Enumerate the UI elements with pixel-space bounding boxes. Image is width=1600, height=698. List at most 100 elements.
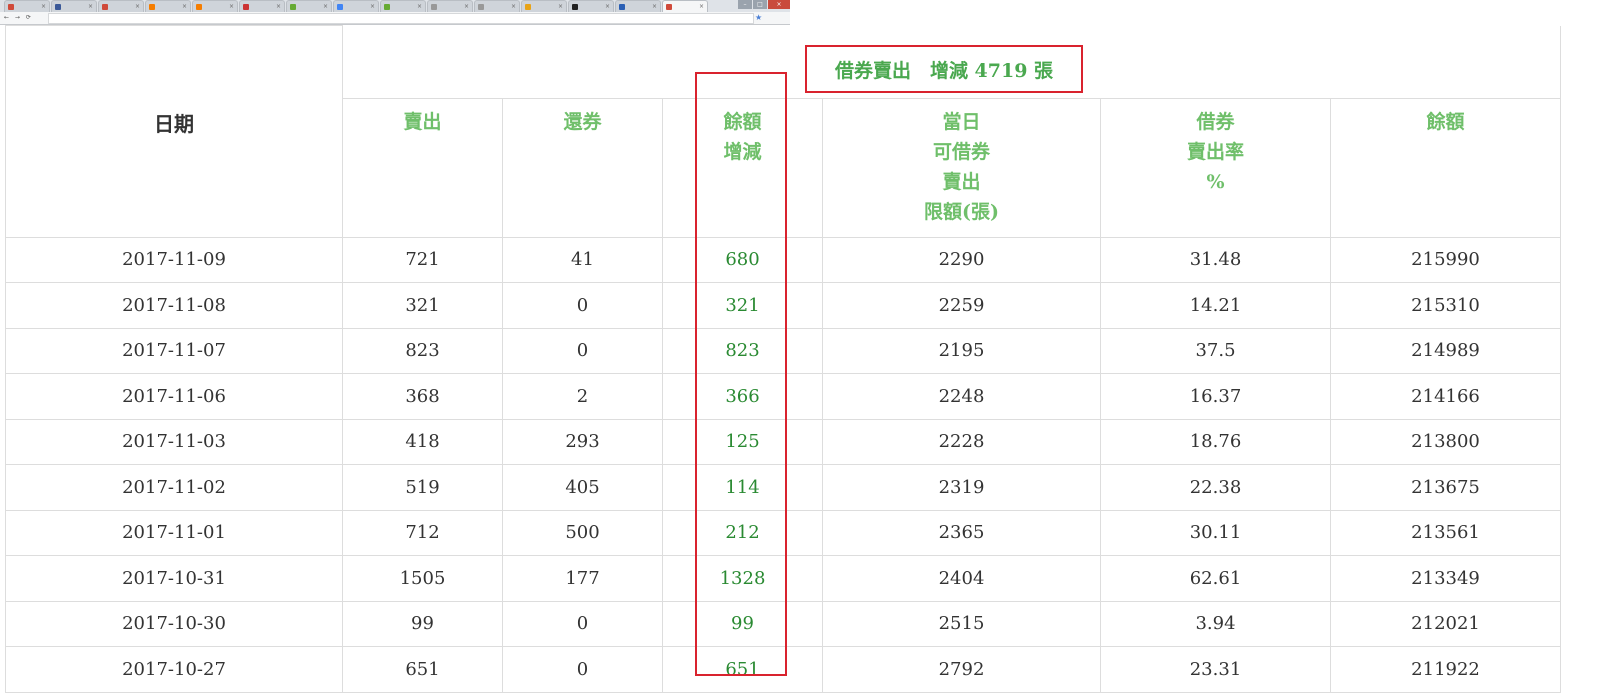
cell-sell: 651 — [342, 646, 503, 693]
close-tab-icon[interactable]: × — [370, 3, 375, 10]
cell-sell: 1505 — [342, 555, 503, 602]
cell-limit: 2259 — [822, 282, 1101, 329]
cell-sell: 721 — [342, 236, 503, 283]
cell-return: 293 — [502, 418, 663, 465]
cell-limit: 2319 — [822, 464, 1101, 511]
favicon-icon — [478, 3, 484, 10]
favicon-icon — [384, 3, 390, 10]
close-tab-icon[interactable]: × — [511, 3, 516, 10]
browser-tab[interactable]: × — [615, 0, 661, 12]
cell-rate: 23.31 — [1100, 646, 1331, 693]
close-tab-icon[interactable]: × — [605, 3, 610, 10]
cell-balance: 212021 — [1329, 600, 1562, 647]
browser-tab[interactable]: × — [474, 0, 520, 12]
favicon-icon — [55, 3, 61, 10]
cell-limit: 2792 — [822, 646, 1101, 693]
cell-balance: 213800 — [1329, 418, 1562, 465]
browser-tab[interactable]: × — [98, 0, 144, 12]
browser-tab[interactable]: × — [51, 0, 97, 12]
cell-balance: 211922 — [1329, 646, 1562, 693]
favicon-icon — [572, 3, 578, 10]
cell-date: 2017-11-02 — [5, 464, 343, 511]
cell-date: 2017-11-08 — [5, 282, 343, 329]
nav-arrows-icon[interactable]: ← → ⟳ — [4, 14, 33, 21]
browser-tab[interactable]: × — [521, 0, 567, 12]
minimize-icon[interactable]: – — [738, 0, 752, 9]
cell-date: 2017-11-06 — [5, 373, 343, 420]
cell-sell: 418 — [342, 418, 503, 465]
cell-rate: 3.94 — [1100, 600, 1331, 647]
header-rate-line: 賣出率 — [1186, 140, 1244, 163]
cell-date: 2017-11-09 — [5, 236, 343, 283]
url-field[interactable] — [48, 13, 754, 24]
header-return: 還券 — [502, 97, 663, 238]
close-tab-icon[interactable]: × — [182, 3, 187, 10]
cell-balance: 214166 — [1329, 373, 1562, 420]
browser-tab-strip: × × × × × × × × × × × × × × × — [4, 0, 709, 12]
browser-tab[interactable]: × — [286, 0, 332, 12]
banner-highlight-box: 借券賣出 增減 4719 張 — [805, 45, 1083, 93]
cell-date: 2017-11-01 — [5, 509, 343, 556]
browser-tab-active[interactable]: × — [662, 0, 708, 12]
cell-balance: 215310 — [1329, 282, 1562, 329]
favicon-icon — [337, 3, 343, 10]
close-tab-icon[interactable]: × — [652, 3, 657, 10]
browser-tab[interactable]: × — [380, 0, 426, 12]
close-tab-icon[interactable]: × — [323, 3, 328, 10]
browser-tab[interactable]: × — [427, 0, 473, 12]
cell-return: 0 — [502, 327, 663, 374]
header-rate: 借券 賣出率 % — [1100, 97, 1331, 238]
browser-tab[interactable]: × — [192, 0, 238, 12]
cell-balance: 213675 — [1329, 464, 1562, 511]
cell-sell: 823 — [342, 327, 503, 374]
header-sell: 賣出 — [342, 97, 503, 238]
cell-date: 2017-10-31 — [5, 555, 343, 602]
close-tab-icon[interactable]: × — [699, 3, 704, 10]
cell-date: 2017-10-27 — [5, 646, 343, 693]
close-tab-icon[interactable]: × — [229, 3, 234, 10]
browser-chrome: × × × × × × × × × × × × × × × – □ × ← → … — [0, 0, 790, 25]
bookmark-star-icon[interactable]: ★ — [755, 13, 762, 22]
close-tab-icon[interactable]: × — [276, 3, 281, 10]
window-controls: – □ × — [737, 0, 790, 9]
close-tab-icon[interactable]: × — [88, 3, 93, 10]
cell-limit: 2228 — [822, 418, 1101, 465]
cell-limit: 2515 — [822, 600, 1101, 647]
cell-sell: 368 — [342, 373, 503, 420]
browser-tab[interactable]: × — [4, 0, 50, 12]
header-limit-line: 可借券 — [932, 140, 990, 163]
close-tab-icon[interactable]: × — [41, 3, 46, 10]
header-limit-line: 當日 — [942, 110, 981, 133]
header-limit: 當日 可借券 賣出 限額(張) — [822, 97, 1101, 238]
cell-rate: 18.76 — [1100, 418, 1331, 465]
favicon-icon — [149, 3, 155, 10]
cell-sell: 99 — [342, 600, 503, 647]
cell-balance: 214989 — [1329, 327, 1562, 374]
maximize-icon[interactable]: □ — [753, 0, 767, 9]
browser-tab[interactable]: × — [333, 0, 379, 12]
cell-date: 2017-11-03 — [5, 418, 343, 465]
header-rate-line: 借券 — [1196, 110, 1235, 133]
close-tab-icon[interactable]: × — [464, 3, 469, 10]
cell-limit: 2248 — [822, 373, 1101, 420]
address-bar-row: ← → ⟳ ★ — [0, 12, 790, 24]
close-tab-icon[interactable]: × — [558, 3, 563, 10]
favicon-icon — [102, 3, 108, 10]
close-window-icon[interactable]: × — [768, 0, 790, 9]
browser-tab[interactable]: × — [145, 0, 191, 12]
cell-balance: 213561 — [1329, 509, 1562, 556]
cell-sell: 321 — [342, 282, 503, 329]
cell-balance: 213349 — [1329, 555, 1562, 602]
close-tab-icon[interactable]: × — [135, 3, 140, 10]
favicon-icon — [431, 3, 437, 10]
cell-rate: 16.37 — [1100, 373, 1331, 420]
cell-rate: 37.5 — [1100, 327, 1331, 374]
header-limit-line: 賣出 — [942, 170, 981, 193]
browser-tab[interactable]: × — [239, 0, 285, 12]
cell-limit: 2404 — [822, 555, 1101, 602]
close-tab-icon[interactable]: × — [417, 3, 422, 10]
browser-tab[interactable]: × — [568, 0, 614, 12]
cell-return: 0 — [502, 646, 663, 693]
favicon-icon — [196, 3, 202, 10]
favicon-icon — [619, 3, 625, 10]
